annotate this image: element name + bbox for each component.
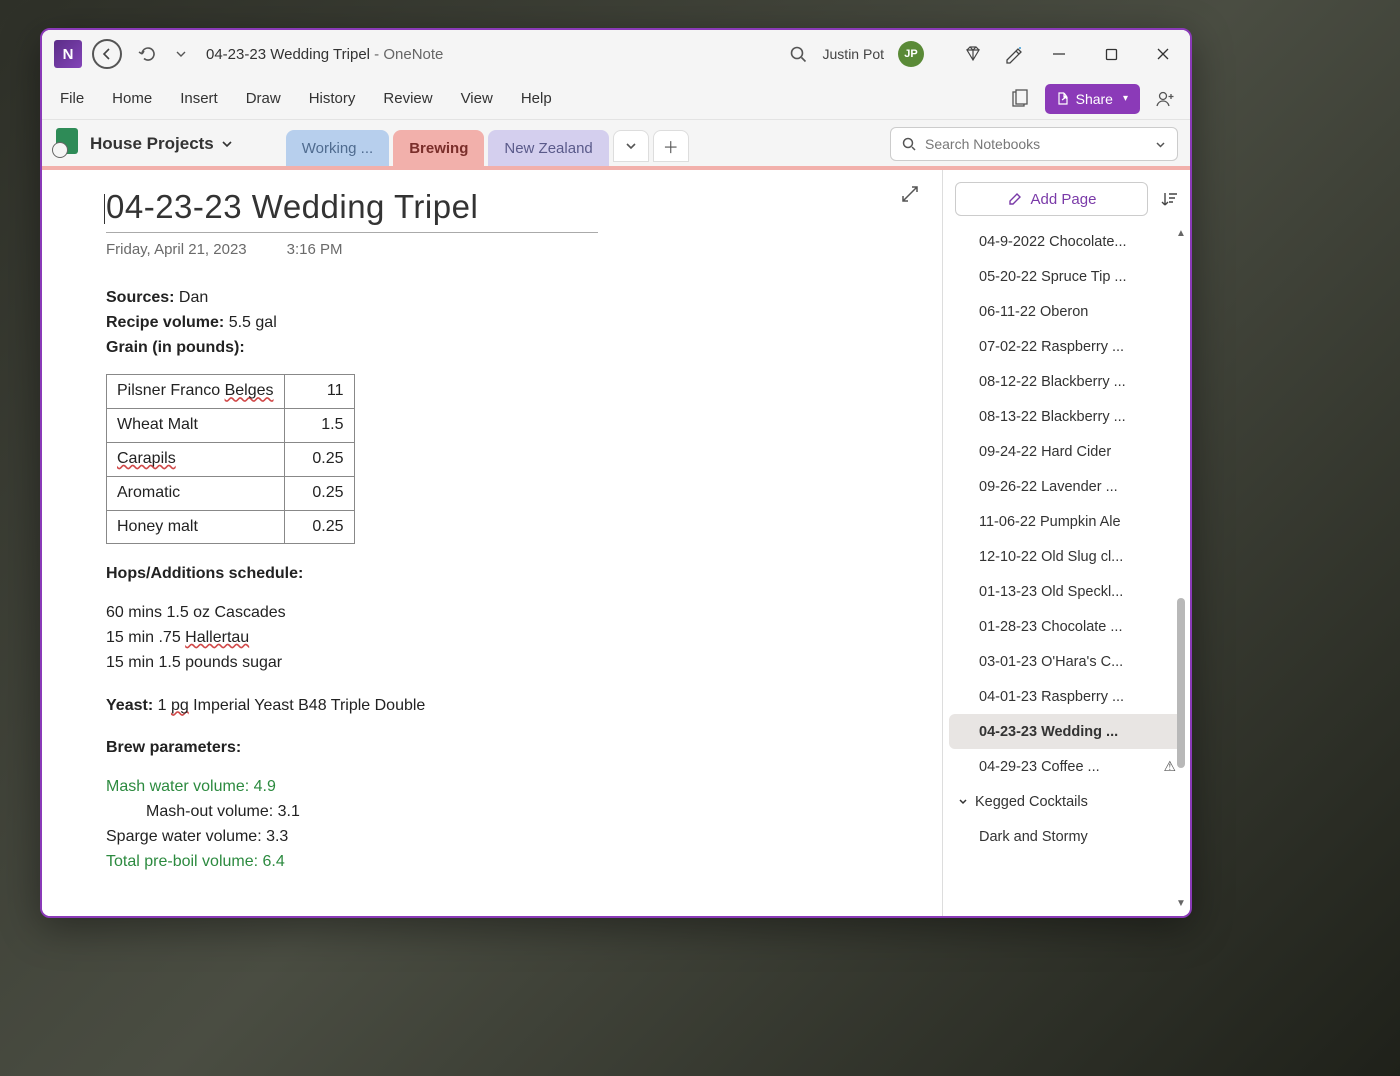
menu-draw[interactable]: Draw bbox=[246, 90, 281, 107]
chevron-down-icon bbox=[1154, 138, 1167, 151]
undo-button[interactable] bbox=[132, 39, 162, 69]
minimize-button[interactable] bbox=[1038, 33, 1080, 75]
add-section-button[interactable]: ＋ bbox=[653, 130, 689, 162]
page-list-item[interactable]: 08-13-22 Blackberry ... bbox=[943, 399, 1190, 434]
expand-icon[interactable] bbox=[900, 184, 920, 204]
table-row: Honey malt0.25 bbox=[107, 510, 355, 544]
page-list-item[interactable]: 07-02-22 Raspberry ... bbox=[943, 329, 1190, 364]
section-tabs: Working ... Brewing New Zealand ＋ bbox=[286, 130, 689, 166]
page-list-item[interactable]: 09-26-22 Lavender ... bbox=[943, 469, 1190, 504]
pen-icon[interactable] bbox=[998, 39, 1028, 69]
notebook-bar: House Projects Working ... Brewing New Z… bbox=[42, 120, 1190, 170]
page-canvas[interactable]: 04-23-23 Wedding Tripel Friday, April 21… bbox=[42, 170, 942, 916]
menu-history[interactable]: History bbox=[309, 90, 356, 107]
page-list-item[interactable]: 11-06-22 Pumpkin Ale bbox=[943, 504, 1190, 539]
grain-table: Pilsner Franco Belges11 Wheat Malt1.5 Ca… bbox=[106, 374, 355, 544]
page-list-item[interactable]: 03-01-23 O'Hara's C... bbox=[943, 644, 1190, 679]
table-row: Wheat Malt1.5 bbox=[107, 409, 355, 443]
onenote-window: N 04-23-23 Wedding Tripel - OneNote Just… bbox=[40, 28, 1192, 918]
search-notebooks[interactable]: Search Notebooks bbox=[890, 127, 1178, 161]
menu-home[interactable]: Home bbox=[112, 90, 152, 107]
page-list-item[interactable]: 09-24-22 Hard Cider bbox=[943, 434, 1190, 469]
table-row: Carapils0.25 bbox=[107, 442, 355, 476]
presence-icon[interactable] bbox=[1150, 84, 1180, 114]
scroll-thumb[interactable] bbox=[1177, 598, 1185, 768]
page-time: 3:16 PM bbox=[287, 241, 343, 258]
page-date: Friday, April 21, 2023 bbox=[106, 241, 247, 258]
chevron-down-icon bbox=[957, 796, 969, 808]
menu-review[interactable]: Review bbox=[383, 90, 432, 107]
page-list-panel: Add Page 04-9-2022 Chocolate...05-20-22 … bbox=[942, 170, 1190, 916]
share-button[interactable]: Share▾ bbox=[1045, 84, 1140, 114]
page-list-item[interactable]: 04-9-2022 Chocolate... bbox=[943, 224, 1190, 259]
page-body[interactable]: Sources: Dan Recipe volume: 5.5 gal Grai… bbox=[106, 286, 918, 874]
edit-icon bbox=[1007, 191, 1023, 207]
scroll-down-arrow[interactable]: ▼ bbox=[1174, 898, 1188, 912]
section-tab-brewing[interactable]: Brewing bbox=[393, 130, 484, 166]
user-avatar[interactable]: JP bbox=[898, 41, 924, 67]
page-list-item[interactable]: Dark and Stormy bbox=[943, 819, 1190, 854]
menu-view[interactable]: View bbox=[461, 90, 493, 107]
feed-icon[interactable] bbox=[1005, 84, 1035, 114]
notebook-icon[interactable] bbox=[56, 128, 78, 154]
page-list-item[interactable]: 04-01-23 Raspberry ... bbox=[943, 679, 1190, 714]
window-title: 04-23-23 Wedding Tripel - OneNote bbox=[200, 46, 443, 63]
page-list-item[interactable]: 01-13-23 Old Speckl... bbox=[943, 574, 1190, 609]
menubar: File Home Insert Draw History Review Vie… bbox=[42, 78, 1190, 120]
menu-file[interactable]: File bbox=[60, 90, 84, 107]
titlebar: N 04-23-23 Wedding Tripel - OneNote Just… bbox=[42, 30, 1190, 78]
menu-insert[interactable]: Insert bbox=[180, 90, 218, 107]
page-list-item[interactable]: 06-11-22 Oberon bbox=[943, 294, 1190, 329]
page-title[interactable]: 04-23-23 Wedding Tripel bbox=[106, 188, 598, 233]
diamond-icon[interactable] bbox=[958, 39, 988, 69]
scroll-up-arrow[interactable]: ▲ bbox=[1174, 228, 1188, 242]
page-list-item[interactable]: 04-29-23 Coffee ...⚠ bbox=[943, 749, 1190, 784]
page-list-item[interactable]: 12-10-22 Old Slug cl... bbox=[943, 539, 1190, 574]
sort-icon[interactable] bbox=[1160, 190, 1178, 208]
section-tab-newzealand[interactable]: New Zealand bbox=[488, 130, 608, 166]
onenote-app-icon: N bbox=[54, 40, 82, 68]
chevron-down-icon bbox=[220, 137, 234, 151]
section-tab-working[interactable]: Working ... bbox=[286, 130, 389, 166]
table-row: Pilsner Franco Belges11 bbox=[107, 375, 355, 409]
add-page-button[interactable]: Add Page bbox=[955, 182, 1148, 216]
page-list-item[interactable]: 08-12-22 Blackberry ... bbox=[943, 364, 1190, 399]
search-icon bbox=[901, 136, 917, 152]
search-icon[interactable] bbox=[783, 39, 813, 69]
maximize-button[interactable] bbox=[1090, 33, 1132, 75]
page-group[interactable]: Kegged Cocktails bbox=[943, 784, 1190, 819]
notebook-picker[interactable]: House Projects bbox=[90, 134, 234, 154]
section-dropdown[interactable] bbox=[613, 130, 649, 162]
close-button[interactable] bbox=[1142, 33, 1184, 75]
menu-help[interactable]: Help bbox=[521, 90, 552, 107]
qat-dropdown[interactable] bbox=[172, 39, 190, 69]
table-row: Aromatic0.25 bbox=[107, 476, 355, 510]
back-button[interactable] bbox=[92, 39, 122, 69]
page-list-item[interactable]: 01-28-23 Chocolate ... bbox=[943, 609, 1190, 644]
page-list-scrollbar[interactable]: ▲ ▼ bbox=[1174, 228, 1188, 912]
search-placeholder: Search Notebooks bbox=[925, 136, 1040, 152]
page-list-item[interactable]: 05-20-22 Spruce Tip ... bbox=[943, 259, 1190, 294]
page-list-item[interactable]: 04-23-23 Wedding ... bbox=[949, 714, 1184, 749]
user-name[interactable]: Justin Pot bbox=[823, 46, 884, 62]
